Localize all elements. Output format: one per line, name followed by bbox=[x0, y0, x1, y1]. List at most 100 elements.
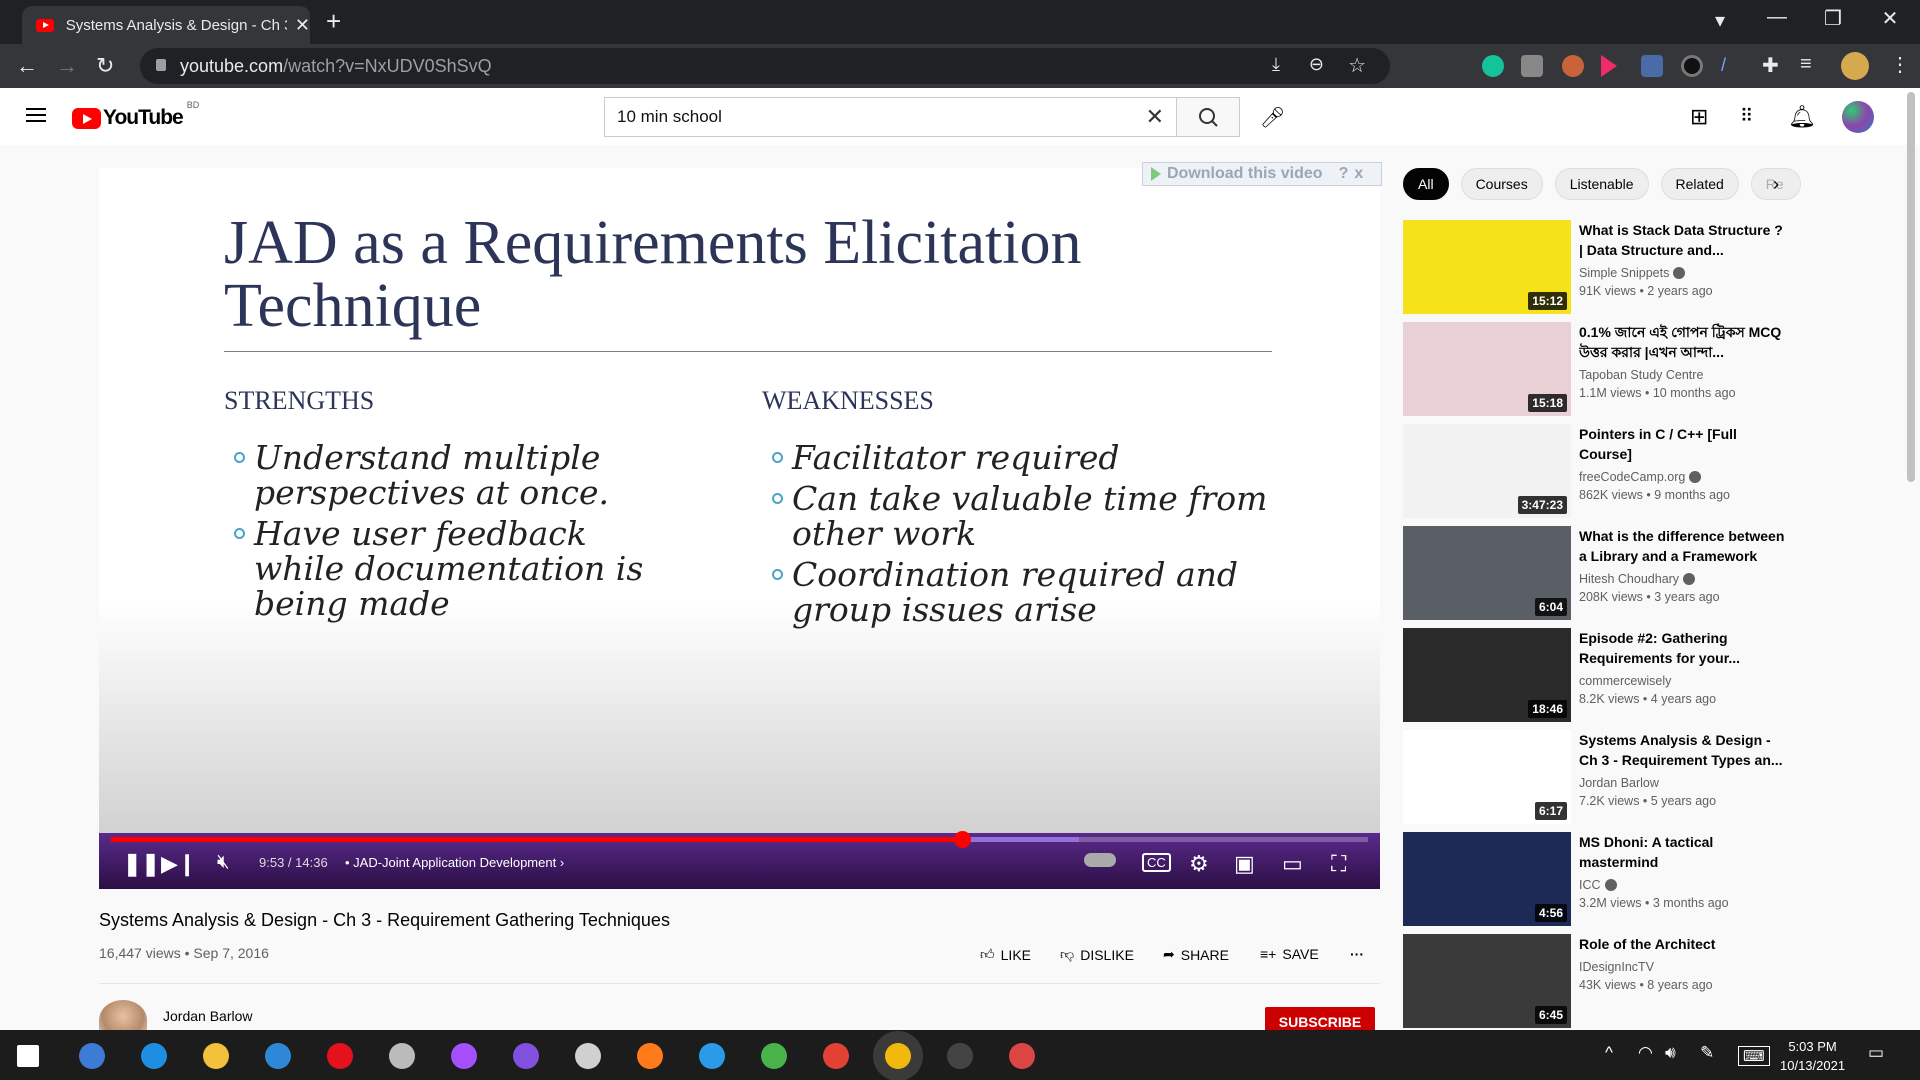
chip-courses[interactable]: Courses bbox=[1460, 168, 1543, 200]
recommended-title[interactable]: MS Dhoni: A tactical mastermind bbox=[1579, 832, 1789, 872]
account-avatar[interactable] bbox=[1842, 101, 1874, 133]
fullscreen-icon[interactable]: ⛶ bbox=[1331, 851, 1346, 877]
recommended-channel[interactable]: freeCodeCamp.org bbox=[1579, 470, 1685, 484]
chip-listenable[interactable]: Listenable bbox=[1554, 168, 1649, 200]
back-icon[interactable]: ← bbox=[16, 53, 38, 79]
bookmark-star-icon[interactable]: ☆ bbox=[1348, 53, 1366, 78]
chrome-canary-icon[interactable] bbox=[761, 1043, 787, 1069]
zoom-out-icon[interactable]: ⊖ bbox=[1309, 54, 1324, 75]
edge-icon[interactable] bbox=[141, 1043, 167, 1069]
recommended-title[interactable]: What is the difference between a Library… bbox=[1579, 526, 1789, 566]
video-thumbnail[interactable]: 6:04 bbox=[1403, 526, 1571, 620]
more-actions-icon[interactable]: ··· bbox=[1350, 946, 1364, 962]
overlay-help-button[interactable]: ? bbox=[1339, 165, 1349, 183]
keyboard-icon[interactable]: ⌨ bbox=[1738, 1046, 1770, 1066]
new-tab-button[interactable]: + bbox=[326, 6, 341, 37]
chrome-profile-icon[interactable] bbox=[1009, 1043, 1035, 1069]
page-scrollbar[interactable] bbox=[1907, 92, 1915, 482]
grammarly-icon[interactable] bbox=[1482, 55, 1504, 77]
notifications-icon[interactable]: ▭ bbox=[1868, 1043, 1884, 1063]
recommended-video[interactable]: 15:18 0.1% জানে এই গোপন ট্রিকস MCQ উত্তর… bbox=[1403, 322, 1903, 416]
video-thumbnail[interactable]: 6:45 bbox=[1403, 934, 1571, 1028]
qbittorrent-icon[interactable] bbox=[79, 1043, 105, 1069]
recommended-channel[interactable]: Simple Snippets bbox=[1579, 266, 1669, 280]
file-explorer-icon[interactable] bbox=[203, 1043, 229, 1069]
muted-volume-icon[interactable]: 🔇︎ bbox=[217, 851, 230, 874]
search-button[interactable] bbox=[1176, 97, 1240, 137]
chip-related[interactable]: Related bbox=[1660, 168, 1739, 200]
recommended-video[interactable]: 4:56 MS Dhoni: A tactical mastermind ICC… bbox=[1403, 832, 1903, 926]
share-button[interactable]: ➦ SHARE bbox=[1163, 946, 1229, 963]
recommended-channel[interactable]: Jordan Barlow bbox=[1579, 776, 1659, 790]
settings-gear-icon[interactable]: ⚙ bbox=[1189, 851, 1209, 877]
link-extension-icon[interactable] bbox=[1681, 55, 1703, 77]
recommended-title[interactable]: Role of the Architect bbox=[1579, 934, 1789, 954]
save-button[interactable]: ≡+ SAVE bbox=[1260, 946, 1319, 962]
clear-search-icon[interactable]: ✕ bbox=[1146, 104, 1164, 130]
recommended-video[interactable]: 6:45 Role of the Architect IDesignIncTV … bbox=[1403, 934, 1903, 1028]
autoplay-toggle[interactable] bbox=[1084, 853, 1116, 867]
firefox-icon[interactable] bbox=[637, 1043, 663, 1069]
recommended-title[interactable]: What is Stack Data Structure ? | Data St… bbox=[1579, 220, 1789, 260]
create-video-icon[interactable]: ⊞ bbox=[1690, 104, 1708, 130]
chip-all[interactable]: All bbox=[1403, 168, 1449, 200]
forward-icon[interactable]: → bbox=[56, 53, 78, 79]
pause-icon[interactable]: ❚❚ bbox=[123, 851, 160, 877]
vscode-icon[interactable] bbox=[699, 1043, 725, 1069]
opera-icon[interactable] bbox=[327, 1043, 353, 1069]
video-thumbnail[interactable]: 18:46 bbox=[1403, 628, 1571, 722]
microphone-icon[interactable]: 🎤︎ bbox=[1260, 105, 1285, 130]
theater-mode-icon[interactable]: ▭ bbox=[1282, 851, 1303, 877]
video-thumbnail[interactable]: 3:47:23 bbox=[1403, 424, 1571, 518]
recommended-video[interactable]: 18:46 Episode #2: Gathering Requirements… bbox=[1403, 628, 1903, 722]
captions-icon[interactable]: CC bbox=[1142, 853, 1171, 872]
recommended-title[interactable]: Pointers in C / C++ [Full Course] bbox=[1579, 424, 1789, 464]
overlay-close-button[interactable]: x bbox=[1354, 165, 1363, 183]
recommended-video[interactable]: 6:17 Systems Analysis & Design - Ch 3 - … bbox=[1403, 730, 1903, 824]
recommended-title[interactable]: Episode #2: Gathering Requirements for y… bbox=[1579, 628, 1789, 668]
tab-search-icon[interactable]: ▾ bbox=[1700, 8, 1740, 33]
video-thumbnail[interactable]: 15:18 bbox=[1403, 322, 1571, 416]
downloader-icon[interactable] bbox=[1641, 55, 1663, 77]
start-icon[interactable] bbox=[17, 1045, 39, 1067]
like-button[interactable]: 👍︎ LIKE bbox=[980, 946, 1031, 963]
notifications-bell-icon[interactable]: 🔔︎ bbox=[1788, 104, 1816, 130]
recommended-video[interactable]: 15:12 What is Stack Data Structure ? | D… bbox=[1403, 220, 1903, 314]
profile-avatar[interactable] bbox=[1841, 52, 1869, 80]
recommended-channel[interactable]: Tapoban Study Centre bbox=[1579, 368, 1703, 382]
dislike-button[interactable]: 👎︎ DISLIKE bbox=[1060, 946, 1134, 963]
satellite-icon[interactable] bbox=[389, 1043, 415, 1069]
play-extension-icon[interactable] bbox=[1601, 55, 1617, 77]
install-icon[interactable]: ⤓ bbox=[1272, 54, 1280, 75]
maximize-button[interactable]: ❐ bbox=[1813, 6, 1853, 31]
reload-icon[interactable]: ↻ bbox=[96, 53, 114, 79]
recommended-channel[interactable]: Hitesh Choudhary bbox=[1579, 572, 1679, 586]
extension-face-icon[interactable] bbox=[1562, 55, 1584, 77]
minimize-button[interactable]: — bbox=[1757, 6, 1797, 29]
github-icon[interactable] bbox=[513, 1043, 539, 1069]
url-input[interactable]: youtube.com/watch?v=NxUDV0ShSvQ ⤓ ⊖ ☆ bbox=[140, 48, 1390, 84]
video-thumbnail[interactable]: 6:17 bbox=[1403, 730, 1571, 824]
chapter-button[interactable]: • JAD-Joint Application Development › bbox=[345, 855, 564, 870]
recommended-channel[interactable]: IDesignIncTV bbox=[1579, 960, 1654, 974]
chips-next-icon[interactable]: › bbox=[1773, 174, 1779, 195]
recommended-video[interactable]: 6:04 What is the difference between a Li… bbox=[1403, 526, 1903, 620]
terminal-icon[interactable] bbox=[947, 1043, 973, 1069]
recommended-channel[interactable]: ICC bbox=[1579, 878, 1601, 892]
video-player[interactable]: JAD as a Requirements Elicitation Techni… bbox=[99, 168, 1380, 889]
close-window-button[interactable]: ✕ bbox=[1870, 6, 1910, 31]
search-input[interactable]: 10 min school ✕ bbox=[604, 97, 1177, 137]
mail-icon[interactable] bbox=[265, 1043, 291, 1069]
scrubber-handle[interactable] bbox=[953, 831, 971, 848]
progress-bar[interactable] bbox=[111, 831, 1368, 848]
apps-grid-icon[interactable]: ⠿ bbox=[1740, 106, 1753, 127]
wifi-icon[interactable]: ◠ bbox=[1638, 1043, 1653, 1063]
chrome-menu-icon[interactable]: ⋮ bbox=[1890, 52, 1910, 77]
download-video-overlay[interactable]: Download this video ? x bbox=[1142, 162, 1382, 186]
clock[interactable]: 5:03 PM 10/13/2021 bbox=[1780, 1037, 1845, 1075]
browser-tab[interactable]: Systems Analysis & Design - Ch 3 ✕ bbox=[22, 6, 310, 44]
close-tab-icon[interactable]: ✕ bbox=[295, 15, 310, 36]
chrome-icon[interactable] bbox=[823, 1043, 849, 1069]
show-hidden-icons-icon[interactable]: ^ bbox=[1605, 1043, 1613, 1063]
menu-icon[interactable] bbox=[26, 108, 46, 122]
